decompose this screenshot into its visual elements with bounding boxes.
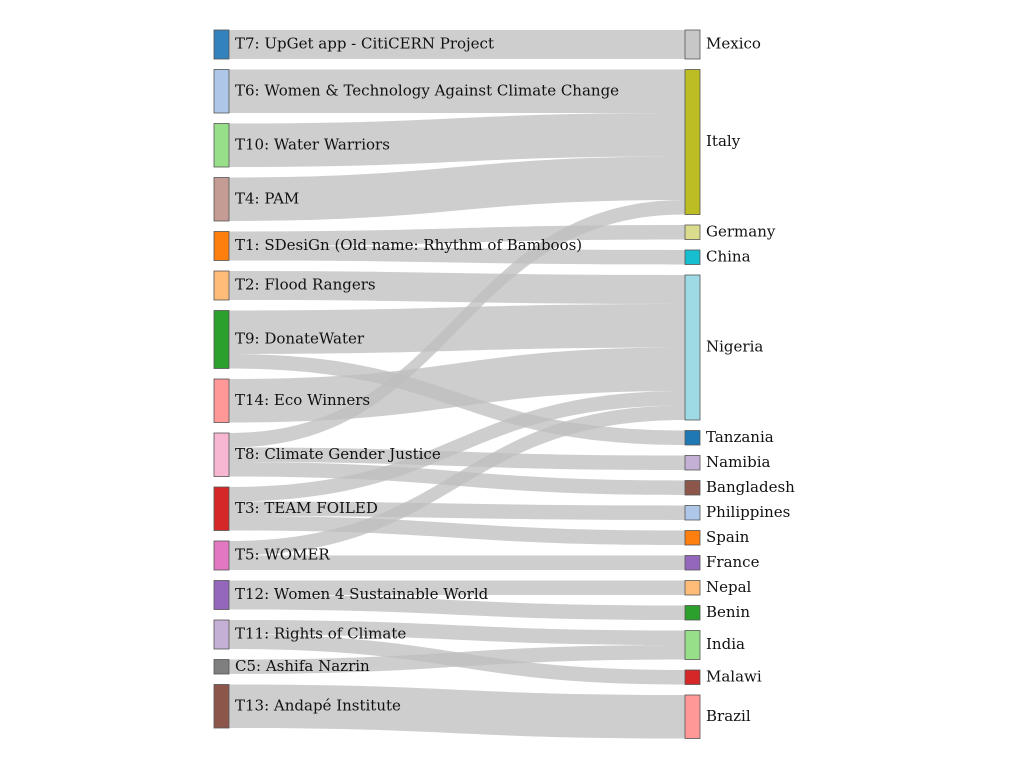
target-label-nigeria: Nigeria xyxy=(706,338,763,356)
target-label-mexico: Mexico xyxy=(706,35,761,53)
target-label-benin: Benin xyxy=(706,603,750,621)
source-node-t12-women-4-sustainable-world xyxy=(213,580,230,610)
sankey-diagram: T7: UpGet app - CitiCERN Project T6: Wome… xyxy=(213,29,795,739)
target-node-germany xyxy=(684,224,701,240)
source-label-t11-rights-of-climate: T11: Rights of Climate xyxy=(235,625,406,643)
source-label-t8-climate-gender-justice: T8: Climate Gender Justice xyxy=(235,445,441,463)
target-node-italy xyxy=(684,69,701,215)
target-node-mexico xyxy=(684,29,701,60)
target-node-india xyxy=(684,630,701,660)
source-node-t1-sdesign-old-name-rhythm-of-bamboos xyxy=(213,231,230,261)
target-label-philippines: Philippines xyxy=(706,503,790,521)
source-label-t5-womer: T5: WOMER xyxy=(235,546,330,564)
source-label-t6-women-technology-against-climate-change: T6: Women & Technology Against Climate C… xyxy=(235,81,619,99)
target-node-namibia xyxy=(684,455,701,471)
target-label-france: France xyxy=(706,553,760,571)
source-node-t4-pam xyxy=(213,177,230,222)
source-label-t12-women-4-sustainable-world: T12: Women 4 Sustainable World xyxy=(235,585,489,603)
source-label-t3-team-foiled: T3: TEAM FOILED xyxy=(235,499,378,517)
target-node-brazil xyxy=(684,694,701,739)
source-label-c5-ashifa-nazrin: C5: Ashifa Nazrin xyxy=(235,657,370,675)
target-node-benin xyxy=(684,605,701,621)
target-node-philippines xyxy=(684,505,701,521)
source-node-t5-womer xyxy=(213,540,230,571)
source-node-t13-andap-institute xyxy=(213,684,230,729)
target-label-brazil: Brazil xyxy=(706,707,751,725)
source-label-t7-upget-app-citicern-project: T7: UpGet app - CitiCERN Project xyxy=(235,35,494,53)
source-label-t10-water-warriors: T10: Water Warriors xyxy=(235,135,390,153)
source-label-t2-flood-rangers: T2: Flood Rangers xyxy=(235,276,376,294)
target-label-italy: Italy xyxy=(706,132,741,150)
target-label-germany: Germany xyxy=(706,222,776,240)
target-label-namibia: Namibia xyxy=(706,453,770,471)
target-label-tanzania: Tanzania xyxy=(706,428,774,446)
source-node-t10-water-warriors xyxy=(213,123,230,168)
source-node-c5-ashifa-nazrin xyxy=(213,659,230,675)
source-node-t2-flood-rangers xyxy=(213,270,230,301)
target-node-france xyxy=(684,555,701,571)
source-label-t14-eco-winners: T14: Eco Winners xyxy=(235,391,370,409)
source-label-t9-donatewater: T9: DonateWater xyxy=(235,330,365,348)
target-label-india: India xyxy=(706,635,745,653)
target-label-spain: Spain xyxy=(706,528,750,546)
source-node-t11-rights-of-climate xyxy=(213,619,230,650)
target-label-china: China xyxy=(706,247,751,265)
target-node-nepal xyxy=(684,580,701,596)
source-node-t14-eco-winners xyxy=(213,378,230,423)
source-node-t3-team-foiled xyxy=(213,486,230,531)
source-label-t1-sdesign-old-name-rhythm-of-bamboos: T1: SDesiGn (Old name: Rhythm of Bamboos… xyxy=(235,236,582,254)
source-node-t9-donatewater xyxy=(213,310,230,369)
target-node-malawi xyxy=(684,669,701,685)
source-node-t6-women-technology-against-climate-change xyxy=(213,69,230,114)
target-label-bangladesh: Bangladesh xyxy=(706,478,795,496)
target-node-china xyxy=(684,249,701,265)
target-node-bangladesh xyxy=(684,480,701,496)
target-label-nepal: Nepal xyxy=(706,578,752,596)
target-node-tanzania xyxy=(684,430,701,446)
target-node-spain xyxy=(684,530,701,546)
source-node-t7-upget-app-citicern-project xyxy=(213,29,230,60)
target-node-nigeria xyxy=(684,274,701,421)
target-label-malawi: Malawi xyxy=(706,667,762,685)
source-label-t13-andap-institute: T13: Andapé Institute xyxy=(235,696,401,714)
source-label-t4-pam: T4: PAM xyxy=(235,189,299,207)
source-node-t8-climate-gender-justice xyxy=(213,432,230,477)
